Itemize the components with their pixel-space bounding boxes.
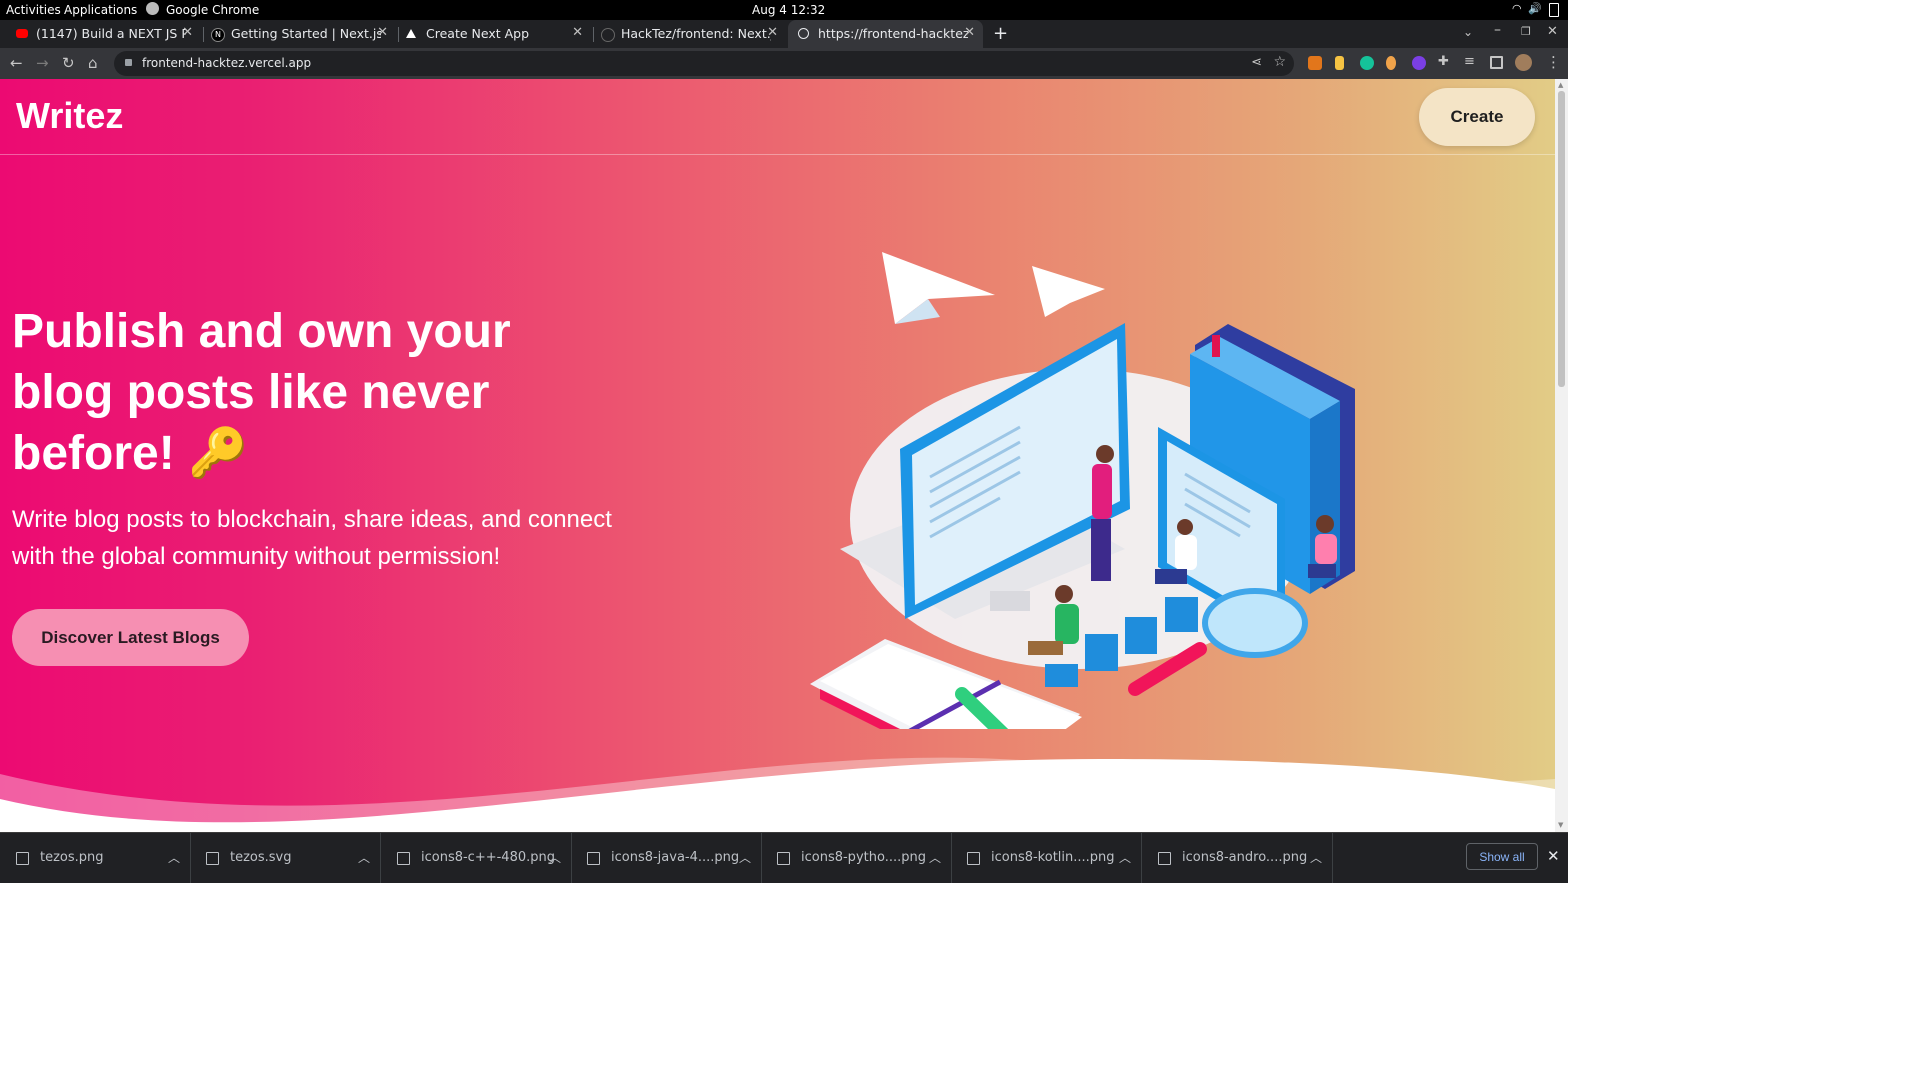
tab-nextjs-docs[interactable]: N Getting Started | Next.js ✕: [201, 20, 396, 48]
chevron-up-icon[interactable]: ︿: [1119, 849, 1131, 866]
close-download-shelf-icon[interactable]: ✕: [1547, 847, 1560, 865]
tab-strip: (1147) Build a NEXT JS Po ✕ N Getting St…: [0, 20, 1568, 48]
omnibox[interactable]: frontend-hacktez.vercel.app ⋖ ☆: [114, 51, 1294, 76]
vercel-icon: [406, 29, 416, 38]
file-icon: [967, 852, 980, 865]
youtube-icon: [16, 29, 28, 38]
hero-subtitle: Write blog posts to blockchain, share id…: [12, 506, 612, 570]
tab-title: (1147) Build a NEXT JS Po: [36, 26, 186, 41]
chevron-up-icon[interactable]: ︿: [358, 849, 370, 866]
home-icon[interactable]: ⌂: [88, 54, 98, 72]
browser-toolbar: ← → ↻ ⌂ frontend-hacktez.vercel.app ⋖ ☆ …: [0, 48, 1568, 79]
restore-icon[interactable]: ❐: [1521, 25, 1531, 38]
reading-list-icon[interactable]: ≡: [1464, 54, 1475, 69]
download-item[interactable]: icons8-pytho....png ︿: [761, 833, 952, 883]
scrollbar-thumb[interactable]: [1558, 91, 1565, 387]
kebab-menu-icon[interactable]: ⋮: [1546, 53, 1561, 71]
chevron-up-icon[interactable]: ︿: [1310, 849, 1322, 866]
globe-icon: [798, 28, 809, 39]
tab-youtube[interactable]: (1147) Build a NEXT JS Po ✕: [6, 20, 201, 48]
wifi-icon[interactable]: ◠: [1512, 2, 1522, 15]
site-header: Writez Create: [0, 79, 1555, 155]
window-close-icon[interactable]: ✕: [1547, 24, 1558, 39]
close-tab-icon[interactable]: ✕: [182, 25, 193, 40]
close-tab-icon[interactable]: ✕: [964, 25, 975, 40]
download-item[interactable]: icons8-java-4....png ︿: [571, 833, 762, 883]
extension-egg-icon[interactable]: [1386, 56, 1396, 70]
bookmark-star-icon[interactable]: ☆: [1273, 54, 1286, 70]
scroll-up-icon[interactable]: ▲: [1558, 81, 1563, 89]
forward-arrow-icon[interactable]: →: [36, 54, 49, 72]
hero-title: Publish and own your blog posts like nev…: [12, 305, 511, 480]
hero-illustration: [810, 252, 1355, 729]
bottom-wave: [0, 757, 1555, 832]
file-icon: [16, 852, 29, 865]
download-item[interactable]: icons8-andro....png ︿: [1142, 833, 1333, 883]
tab-writez-active[interactable]: https://frontend-hacktez ✕: [788, 20, 983, 48]
share-icon[interactable]: ⋖: [1251, 55, 1262, 70]
clock[interactable]: Aug 4 12:32: [752, 3, 825, 17]
profile-avatar[interactable]: [1515, 54, 1532, 71]
close-tab-icon[interactable]: ✕: [377, 25, 388, 40]
tab-title: HackTez/frontend: Next.j: [621, 26, 771, 41]
nextjs-icon: N: [211, 28, 225, 42]
download-shelf: tezos.png ︿ tezos.svg ︿ icons8-c++-480.p…: [0, 832, 1568, 883]
back-arrow-icon[interactable]: ←: [10, 54, 23, 72]
download-item[interactable]: icons8-kotlin....png ︿: [951, 833, 1142, 883]
new-tab-button[interactable]: +: [993, 23, 1008, 44]
applications-menu[interactable]: Applications: [64, 3, 137, 17]
tab-create-next-app[interactable]: Create Next App ✕: [396, 20, 591, 48]
close-tab-icon[interactable]: ✕: [572, 25, 583, 40]
grammarly-extension-icon[interactable]: [1360, 56, 1374, 70]
site-logo[interactable]: Writez: [16, 95, 123, 137]
file-icon: [1158, 852, 1171, 865]
extension-key-icon[interactable]: [1335, 56, 1344, 70]
discover-latest-blogs-button[interactable]: Discover Latest Blogs: [12, 609, 249, 666]
chevron-up-icon[interactable]: ︿: [739, 849, 751, 866]
side-panel-icon[interactable]: [1490, 56, 1503, 69]
lock-icon[interactable]: [125, 59, 132, 66]
download-item[interactable]: icons8-c++-480.png ︿: [381, 833, 572, 883]
close-tab-icon[interactable]: ✕: [767, 25, 778, 40]
url-text[interactable]: frontend-hacktez.vercel.app: [142, 56, 311, 70]
file-icon: [206, 852, 219, 865]
download-filename: icons8-c++-480.png: [421, 850, 555, 865]
tab-github[interactable]: HackTez/frontend: Next.j ✕: [591, 20, 786, 48]
download-item[interactable]: tezos.png ︿: [0, 833, 191, 883]
show-all-downloads-button[interactable]: Show all: [1466, 843, 1538, 870]
github-icon: [601, 28, 615, 42]
download-filename: icons8-java-4....png: [611, 850, 740, 865]
download-filename: icons8-andro....png: [1182, 850, 1308, 865]
chevron-up-icon[interactable]: ︿: [168, 849, 180, 866]
chevron-up-icon[interactable]: ︿: [549, 849, 561, 866]
page-scrollbar[interactable]: ▲ ▼: [1555, 79, 1568, 832]
writez-page: Writez Create Publish and own your blog …: [0, 79, 1555, 832]
minimize-icon[interactable]: –: [1494, 22, 1501, 38]
tab-title: Getting Started | Next.js: [231, 26, 381, 41]
download-filename: tezos.svg: [230, 850, 292, 865]
gnome-top-bar: Activities Applications Google Chrome Au…: [0, 0, 1568, 20]
file-icon: [397, 852, 410, 865]
battery-icon[interactable]: [1549, 3, 1559, 17]
download-filename: icons8-kotlin....png: [991, 850, 1115, 865]
reload-icon[interactable]: ↻: [62, 54, 75, 72]
activities-button[interactable]: Activities: [6, 3, 61, 17]
active-app-name[interactable]: Google Chrome: [166, 3, 259, 17]
tab-title: https://frontend-hacktez: [818, 26, 968, 41]
download-item[interactable]: tezos.svg ︿: [190, 833, 381, 883]
download-filename: tezos.png: [40, 850, 104, 865]
metamask-extension-icon[interactable]: [1308, 56, 1322, 70]
volume-icon[interactable]: 🔊: [1528, 2, 1542, 15]
extensions-puzzle-icon[interactable]: ✚: [1438, 54, 1449, 69]
download-filename: icons8-pytho....png: [801, 850, 926, 865]
tab-title: Create Next App: [426, 26, 530, 41]
chevron-up-icon[interactable]: ︿: [929, 849, 941, 866]
tab-search-icon[interactable]: ⌄: [1463, 25, 1473, 39]
chrome-icon: [146, 2, 159, 15]
file-icon: [777, 852, 790, 865]
create-button[interactable]: Create: [1419, 88, 1535, 146]
extension-purple-icon[interactable]: [1412, 56, 1426, 70]
file-icon: [587, 852, 600, 865]
scroll-down-icon[interactable]: ▼: [1558, 821, 1563, 829]
